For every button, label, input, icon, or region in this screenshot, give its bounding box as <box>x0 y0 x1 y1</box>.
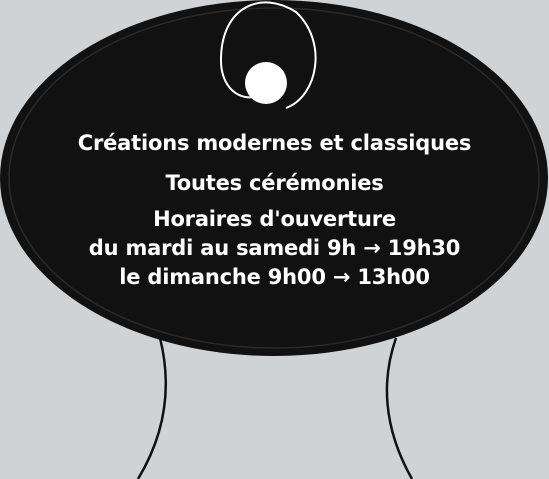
sign-line-creations: Créations modernes et classiques <box>77 131 472 155</box>
sign-line-ceremonies: Toutes cérémonies <box>165 171 384 195</box>
flower-shop-sign-stage: Créations modernes et classiques Toutes … <box>0 0 549 479</box>
right-hanging-cord <box>385 337 414 479</box>
left-hanging-cord <box>136 337 168 479</box>
opening-hours-title: Horaires d'ouverture <box>153 207 396 231</box>
opening-hours-sunday: le dimanche 9h00 → 13h00 <box>119 265 430 289</box>
opening-hours-weekday: du mardi au samedi 9h → 19h30 <box>88 236 461 260</box>
mounting-hole <box>245 62 287 104</box>
opening-hours-block: Horaires d'ouverture du mardi au samedi … <box>0 205 549 292</box>
